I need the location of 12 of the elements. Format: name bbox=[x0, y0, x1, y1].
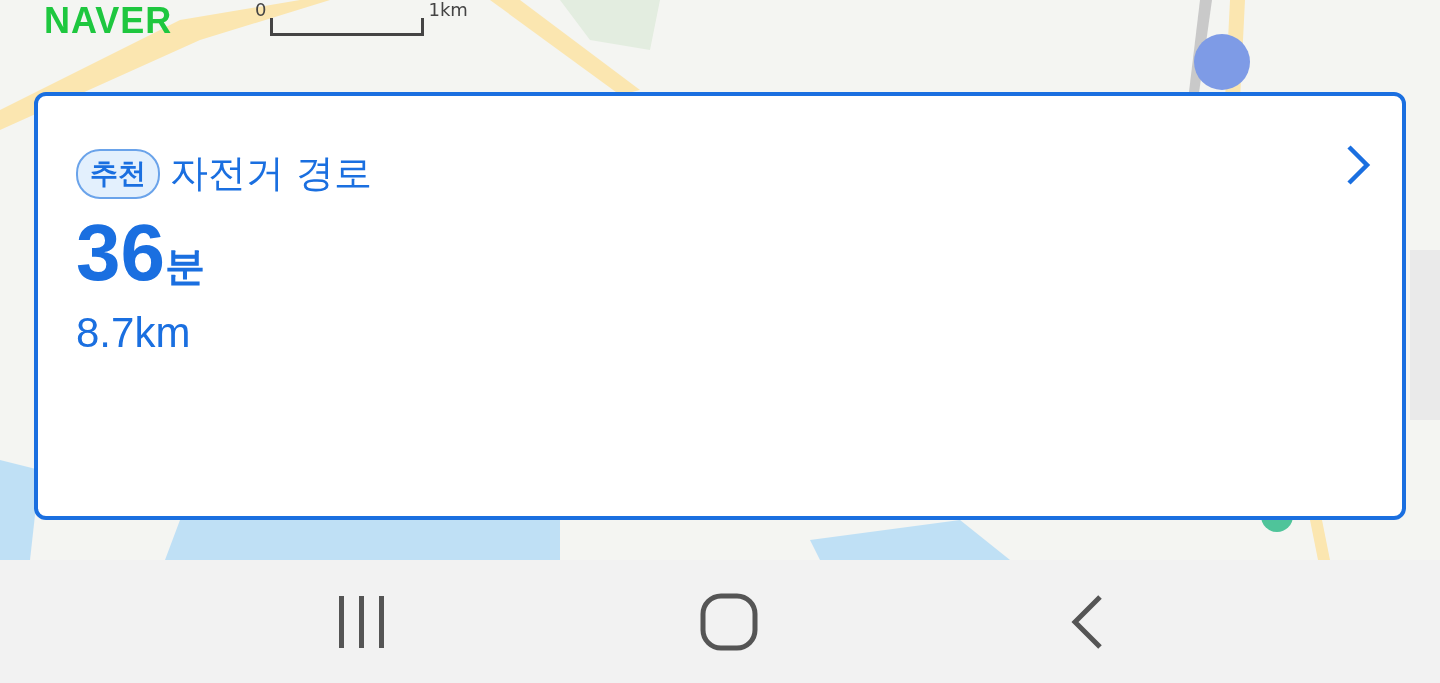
scale-label: 0 bbox=[255, 0, 267, 20]
route-title: 자전거 경로 bbox=[170, 150, 373, 197]
route-distance: 8.7km bbox=[76, 309, 192, 357]
home-icon bbox=[700, 592, 758, 651]
naver-logo: NAVER bbox=[44, 0, 173, 42]
route-card[interactable]: 추천 자전거 경로 36분 8.7km bbox=[34, 92, 1406, 520]
duration-value: 36 bbox=[76, 207, 165, 299]
scale-label: 1km bbox=[428, 0, 468, 20]
back-icon bbox=[1070, 593, 1104, 650]
scale-bar-icon bbox=[270, 18, 425, 36]
duration-unit: 분 bbox=[165, 242, 205, 291]
recommended-badge: 추천 bbox=[76, 148, 160, 199]
